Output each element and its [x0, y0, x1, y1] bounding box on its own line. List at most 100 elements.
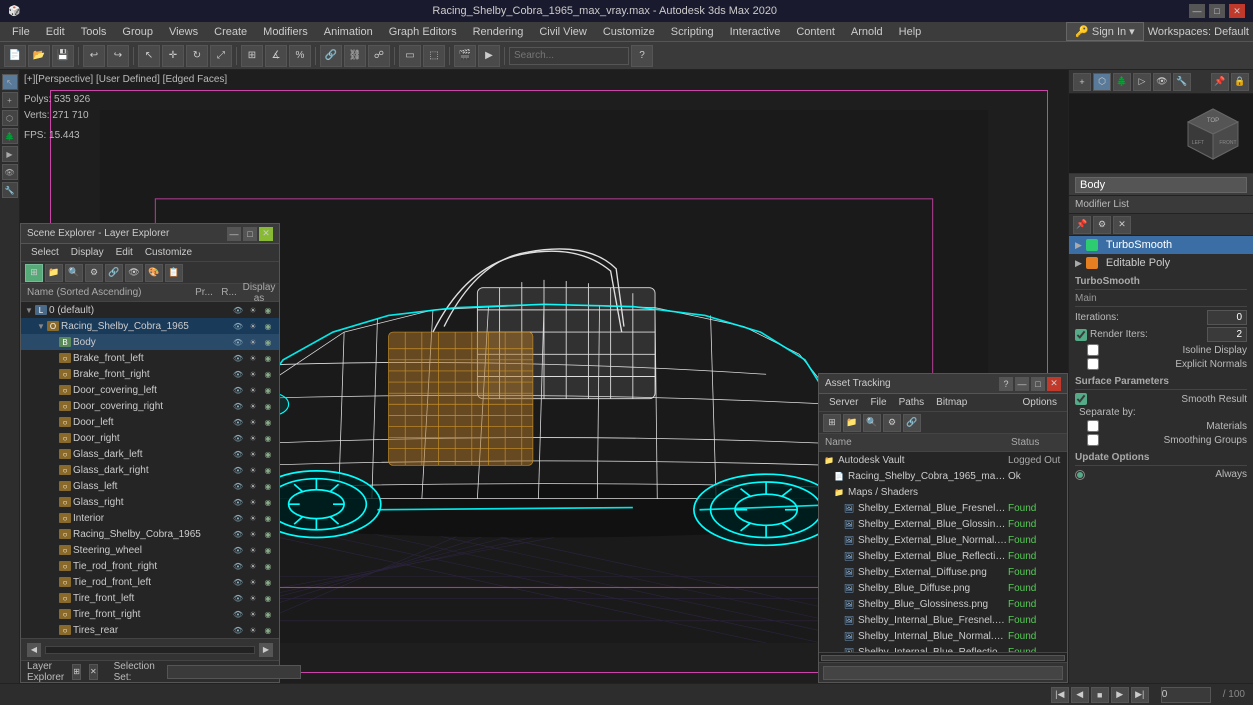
se-tool-6[interactable]: 👁	[125, 264, 143, 282]
vis-disp[interactable]: ◉	[261, 543, 275, 557]
vis-eye[interactable]: 👁	[231, 463, 245, 477]
left-icon-utilities[interactable]: 🔧	[2, 182, 18, 198]
selection-set-input[interactable]	[167, 665, 301, 679]
menu-animation[interactable]: Animation	[316, 22, 381, 42]
render-icon[interactable]: ☀	[246, 335, 260, 349]
render-iters-checkbox[interactable]	[1075, 329, 1087, 341]
at-item-shelby_external_diff[interactable]: 🖼Shelby_External_Diffuse.pngFound	[819, 564, 1067, 580]
visibility-icon[interactable]: 👁	[231, 335, 245, 349]
undo-button[interactable]: ↩	[83, 45, 105, 67]
se-item-brake_front_right[interactable]: ○Brake_front_right👁☀◉	[21, 366, 279, 382]
se-item-racing_shelby_cobra_1965[interactable]: ○Racing_Shelby_Cobra_1965👁☀◉	[21, 526, 279, 542]
at-item-shelby_external_blue[interactable]: 🖼Shelby_External_Blue_Glossiness.pngFoun…	[819, 516, 1067, 532]
left-icon-hierarchy[interactable]: 🌲	[2, 128, 18, 144]
vis-disp[interactable]: ◉	[261, 495, 275, 509]
quick-render[interactable]: ▶	[478, 45, 500, 67]
se-item-glass_dark_right[interactable]: ○Glass_dark_right👁☀◉	[21, 462, 279, 478]
se-item-tire_front_right[interactable]: ○Tire_front_right👁☀◉	[21, 606, 279, 622]
display-icon[interactable]: ◉	[261, 335, 275, 349]
at-scroll-inner[interactable]	[821, 655, 1065, 661]
se-tool-5[interactable]: 🔗	[105, 264, 123, 282]
at-tool-3[interactable]: 🔍	[863, 414, 881, 432]
snap-button[interactable]: ⊞	[241, 45, 263, 67]
vis-render[interactable]: ☀	[246, 479, 260, 493]
vis-eye[interactable]: 👁	[231, 607, 245, 621]
se-tool-1[interactable]: ⊞	[25, 264, 43, 282]
lock-button[interactable]: 🔒	[1231, 73, 1249, 91]
vis-render[interactable]: ☀	[246, 495, 260, 509]
at-item-shelby_external_blue[interactable]: 🖼Shelby_External_Blue_Reflection.pngFoun…	[819, 548, 1067, 564]
modifier-item-turbosmooth[interactable]: ▶ TurboSmooth	[1069, 236, 1253, 254]
vis-disp[interactable]: ◉	[261, 431, 275, 445]
se-menu-customize[interactable]: Customize	[139, 244, 198, 262]
vis-eye[interactable]: 👁	[231, 527, 245, 541]
unlink-button[interactable]: ⛓	[344, 45, 366, 67]
at-item-shelby_blue_diffuse_[interactable]: 🖼Shelby_Blue_Diffuse.pngFound	[819, 580, 1067, 596]
open-button[interactable]: 📂	[28, 45, 50, 67]
at-menu-paths[interactable]: Paths	[893, 394, 931, 412]
menu-graph-editors[interactable]: Graph Editors	[381, 22, 465, 42]
left-icon-select[interactable]: ↖	[2, 74, 18, 90]
select-button[interactable]: ↖	[138, 45, 160, 67]
play-back[interactable]: ◀	[1071, 687, 1089, 703]
smoothing-groups-checkbox[interactable]	[1087, 434, 1099, 446]
snap-angle-button[interactable]: ∡	[265, 45, 287, 67]
vis-disp[interactable]: ◉	[261, 415, 275, 429]
utilities-tab[interactable]: 🔧	[1173, 73, 1191, 91]
help-button[interactable]: ?	[631, 45, 653, 67]
at-item-shelby_internal_blue[interactable]: 🖼Shelby_Internal_Blue_Fresnel.pngFound	[819, 612, 1067, 628]
se-tool-4[interactable]: ⚙	[85, 264, 103, 282]
se-minimize[interactable]: —	[227, 227, 241, 241]
remove-modifier[interactable]: ✕	[1113, 216, 1131, 234]
vis-render[interactable]: ☀	[246, 623, 260, 637]
se-item-interior[interactable]: ○Interior👁☀◉	[21, 510, 279, 526]
move-button[interactable]: ✛	[162, 45, 184, 67]
window-select[interactable]: ⬚	[423, 45, 445, 67]
vis-render[interactable]: ☀	[246, 527, 260, 541]
scroll-left[interactable]: ◀	[27, 643, 41, 657]
vis-render[interactable]: ☀	[246, 511, 260, 525]
left-icon-modify[interactable]: ⬡	[2, 110, 18, 126]
render-icon[interactable]: ☀	[246, 303, 260, 317]
close-button[interactable]: ✕	[1229, 4, 1245, 18]
se-item-tie_rod_front_left[interactable]: ○Tie_rod_front_left👁☀◉	[21, 574, 279, 590]
vis-render[interactable]: ☀	[246, 607, 260, 621]
se-item-layer0[interactable]: ▼ L 0 (default) 👁 ☀ ◉	[21, 302, 279, 318]
vis-disp[interactable]: ◉	[261, 575, 275, 589]
at-item-shelby_internal_blue[interactable]: 🖼Shelby_Internal_Blue_Normal.pngFound	[819, 628, 1067, 644]
new-button[interactable]: 📄	[4, 45, 26, 67]
configure-modifier[interactable]: ⚙	[1093, 216, 1111, 234]
se-footer-icon-2[interactable]: ✕	[89, 664, 98, 680]
at-menu-file[interactable]: File	[864, 394, 892, 412]
se-maximize[interactable]: □	[243, 227, 257, 241]
se-item-tires_rear[interactable]: ○Tires_rear👁☀◉	[21, 622, 279, 638]
vis-disp[interactable]: ◉	[261, 591, 275, 605]
stop-button[interactable]: ■	[1091, 687, 1109, 703]
at-search-input[interactable]	[823, 666, 1063, 680]
vis-eye[interactable]: 👁	[231, 399, 245, 413]
vis-eye[interactable]: 👁	[231, 511, 245, 525]
se-menu-select[interactable]: Select	[25, 244, 65, 262]
se-tool-7[interactable]: 🎨	[145, 264, 163, 282]
create-tab[interactable]: +	[1073, 73, 1091, 91]
pin-modifier[interactable]: 📌	[1073, 216, 1091, 234]
modifier-item-editablepoly[interactable]: ▶ Editable Poly	[1069, 254, 1253, 272]
vis-eye[interactable]: 👁	[231, 495, 245, 509]
vis-eye[interactable]: 👁	[231, 447, 245, 461]
se-menu-display[interactable]: Display	[65, 244, 110, 262]
vis-render[interactable]: ☀	[246, 543, 260, 557]
se-menu-edit[interactable]: Edit	[110, 244, 139, 262]
scroll-right[interactable]: ▶	[259, 643, 273, 657]
at-tool-4[interactable]: ⚙	[883, 414, 901, 432]
vis-render[interactable]: ☀	[246, 559, 260, 573]
at-tree[interactable]: 📁Autodesk VaultLogged Out📄Racing_Shelby_…	[819, 452, 1067, 652]
vis-disp[interactable]: ◉	[261, 479, 275, 493]
maximize-button[interactable]: □	[1209, 4, 1225, 18]
viewport-cube[interactable]: TOP LEFT FRONT	[1183, 104, 1243, 164]
at-item-maps___shaders[interactable]: 📁Maps / Shaders	[819, 484, 1067, 500]
vis-eye[interactable]: 👁	[231, 367, 245, 381]
vis-disp[interactable]: ◉	[261, 447, 275, 461]
vis-disp[interactable]: ◉	[261, 559, 275, 573]
se-item-racing-shelby[interactable]: ▼ O Racing_Shelby_Cobra_1965 👁 ☀ ◉	[21, 318, 279, 334]
vis-disp[interactable]: ◉	[261, 463, 275, 477]
